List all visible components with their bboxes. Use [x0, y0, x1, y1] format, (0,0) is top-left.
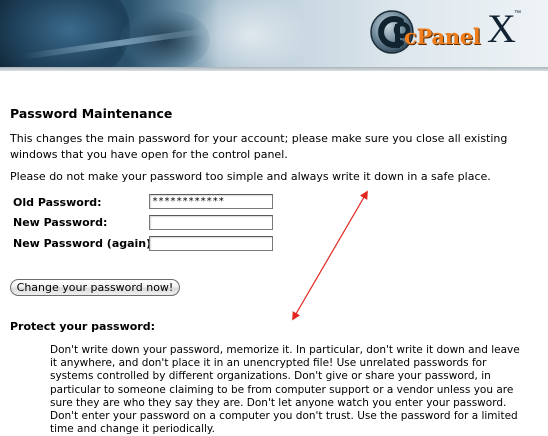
- header-banner: cPanel X ™: [0, 0, 548, 67]
- new-password-label: New Password:: [13, 216, 108, 229]
- version-mark: X: [487, 6, 516, 51]
- trademark-symbol: ™: [514, 10, 521, 17]
- new-password-field[interactable]: [149, 215, 273, 230]
- protect-heading: Protect your password:: [10, 320, 155, 333]
- new-password-again-label: New Password (again):: [13, 237, 156, 250]
- protect-advice-text: Don't write down your password, memorize…: [50, 344, 520, 436]
- old-password-label: Old Password:: [13, 196, 102, 209]
- change-password-button[interactable]: Change your password now!: [10, 279, 180, 296]
- banner-decoration: [0, 0, 130, 67]
- warning-text: Please do not make your password too sim…: [10, 170, 491, 183]
- new-password-again-field[interactable]: [149, 236, 273, 251]
- header-divider: [0, 67, 548, 71]
- cpanel-logo-text: cPanel: [404, 24, 481, 49]
- page-title: Password Maintenance: [10, 106, 173, 121]
- old-password-field[interactable]: [149, 194, 273, 209]
- intro-text: This changes the main password for your …: [10, 132, 508, 161]
